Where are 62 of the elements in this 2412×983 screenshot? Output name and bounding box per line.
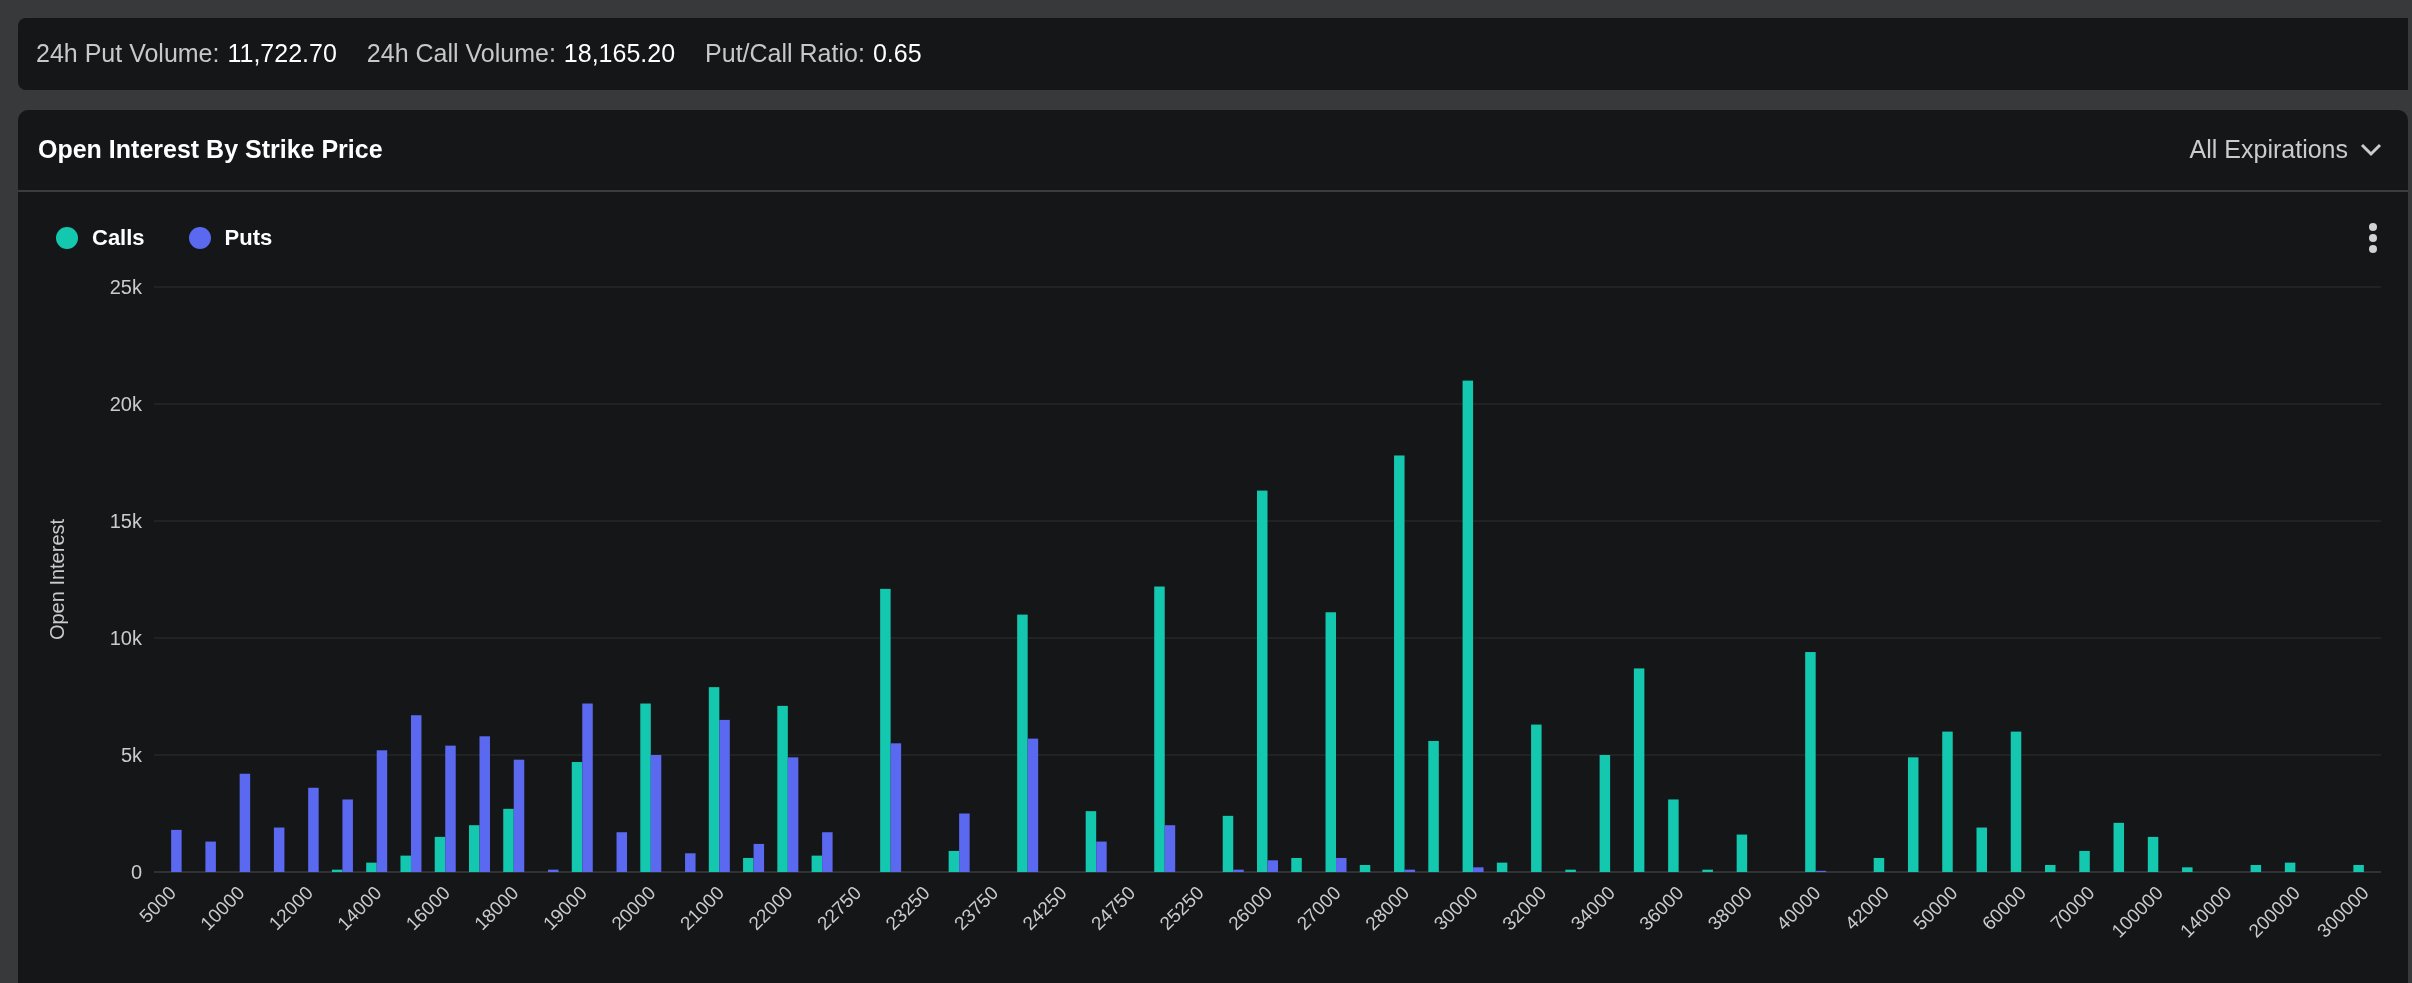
y-axis-title: Open Interest (46, 518, 68, 641)
puts-bar (171, 829, 182, 872)
calls-bar (2182, 867, 2193, 872)
stat-label: 24h Put Volume: (36, 38, 220, 70)
y-tick-label: 10k (109, 627, 142, 649)
stat-label: 24h Call Volume: (366, 38, 556, 70)
puts-bar (273, 827, 285, 872)
y-tick-label: 25k (109, 276, 142, 298)
calls-bar (400, 855, 411, 872)
calls-bar (948, 850, 960, 872)
calls-bar (811, 855, 823, 872)
calls-bar (1222, 815, 1234, 872)
puts-bar (1336, 857, 1347, 872)
calls-bar (1736, 834, 1748, 872)
puts-bar (548, 869, 559, 872)
more-options-icon[interactable] (2368, 222, 2378, 254)
calls-bar (2353, 865, 2364, 872)
puts-bar (1267, 860, 1278, 872)
calls-bar (331, 869, 343, 872)
calls-bar (2045, 865, 2056, 872)
stat-label: Put/Call Ratio: (705, 38, 865, 70)
y-tick-label: 15k (109, 510, 142, 532)
puts-bar (1096, 841, 1107, 872)
y-tick-label: 5k (120, 744, 142, 766)
calls-bar (743, 857, 754, 872)
puts-bar (1404, 869, 1416, 872)
expiration-dropdown[interactable]: All Expirations (2189, 131, 2388, 169)
calls-bar (1496, 862, 1508, 872)
calls-bar (503, 808, 514, 872)
calls-bar (2250, 865, 2262, 872)
calls-bar (2113, 822, 2125, 872)
calls-bar (469, 825, 480, 872)
legend-label[interactable]: Calls (92, 221, 145, 254)
calls-bar (2284, 862, 2296, 872)
calls-bar (366, 862, 377, 872)
stat-value: 0.65 (872, 38, 922, 70)
calls-bar (1702, 869, 1713, 872)
puts-bar (959, 813, 970, 872)
puts-bar (1233, 869, 1244, 872)
calls-bar (1565, 869, 1576, 872)
puts-bar (685, 853, 696, 872)
calls-bar (1359, 865, 1371, 872)
y-tick-label: 0 (130, 861, 142, 883)
calls-bar (1976, 827, 1987, 872)
puts-bar (753, 843, 765, 872)
calls-bar (1291, 857, 1302, 872)
puts-bar (205, 841, 216, 872)
puts-bar (616, 832, 628, 872)
calls-bar (2147, 836, 2159, 872)
panel-title: Open Interest By Strike Price (38, 134, 383, 166)
calls-bar (2079, 850, 2090, 872)
puts-bar (1473, 867, 1484, 872)
calls-bar (1085, 811, 1097, 872)
puts-bar (822, 832, 833, 872)
stat-value: 18,165.20 (563, 38, 676, 70)
puts-bar (1164, 825, 1176, 872)
stat-value: 11,722.70 (227, 38, 337, 70)
calls-bar (1873, 857, 1885, 872)
chevron-down-icon (2360, 143, 2382, 157)
calls-bar (434, 836, 446, 872)
y-tick-label: 20k (109, 393, 142, 415)
legend-label[interactable]: Puts (224, 221, 273, 254)
